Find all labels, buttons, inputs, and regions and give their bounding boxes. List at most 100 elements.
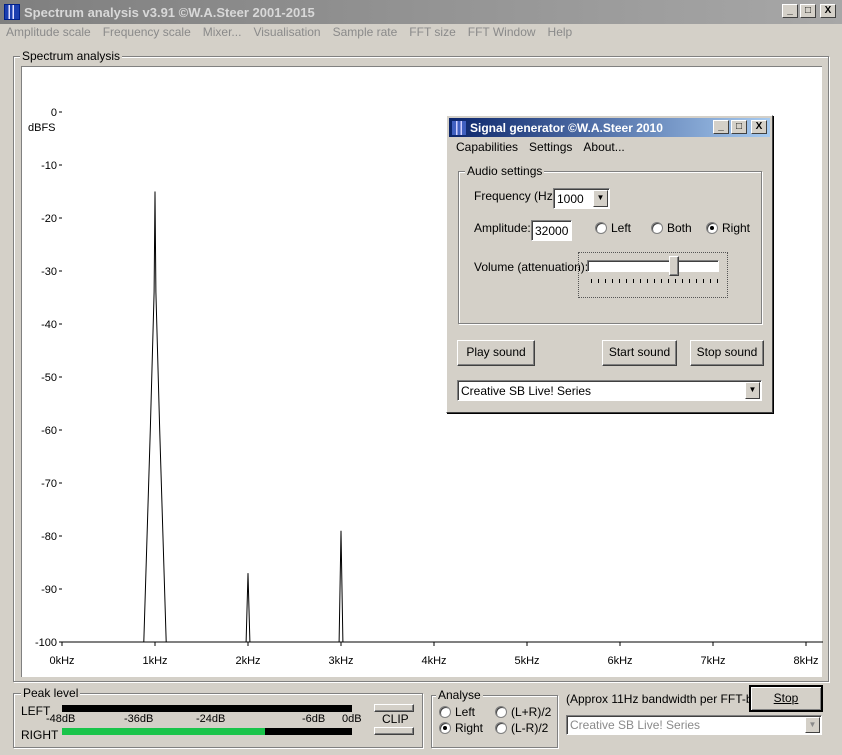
app-icon[interactable] — [4, 4, 20, 20]
y-tick-label: -90 — [41, 584, 57, 596]
slider-tick — [689, 279, 690, 283]
menu-settings[interactable]: Settings — [524, 139, 578, 155]
minimize-button[interactable]: _ — [782, 4, 798, 18]
menu-fft-size[interactable]: FFT size — [403, 24, 461, 42]
slider-tick — [619, 279, 620, 283]
slider-tick — [633, 279, 634, 283]
y-tick-label: -40 — [41, 319, 57, 331]
slider-tick — [640, 279, 641, 283]
peak-level-label: Peak level — [21, 686, 81, 700]
right-channel-label: RIGHT — [21, 728, 59, 742]
menu-frequency-scale[interactable]: Frequency scale — [97, 24, 197, 42]
x-tick-label: 8kHz — [793, 655, 818, 667]
y-tick-label: -50 — [41, 372, 57, 384]
channel-left-radio[interactable]: Left — [595, 221, 631, 235]
stop-sound-button[interactable]: Stop sound — [690, 340, 764, 366]
slider-tick — [654, 279, 655, 283]
window-title: Spectrum analysis v3.91 ©W.A.Steer 2001-… — [24, 4, 315, 20]
analyse-label: Analyse — [436, 688, 483, 702]
signal-generator-title-bar[interactable]: Signal generator ©W.A.Steer 2010 _ □ X — [449, 118, 770, 137]
chevron-down-icon[interactable]: ▼ — [805, 717, 820, 733]
slider-tick — [717, 279, 718, 283]
y-tick-label: 0 — [51, 107, 57, 119]
slider-tick — [598, 279, 599, 283]
signal-generator-dialog: Signal generator ©W.A.Steer 2010 _ □ X C… — [446, 115, 773, 413]
slider-tick — [668, 279, 669, 283]
slider-tick — [710, 279, 711, 283]
menu-mixer[interactable]: Mixer... — [197, 24, 248, 42]
analyse-left-radio[interactable]: Left — [439, 705, 475, 719]
menu-about[interactable]: About... — [578, 139, 630, 155]
analyse-sum-label: (L+R)/2 — [511, 705, 552, 719]
volume-slider[interactable] — [578, 252, 728, 298]
slider-ticks — [591, 279, 718, 283]
close-button[interactable]: X — [820, 4, 836, 18]
maximize-button[interactable]: □ — [800, 4, 816, 18]
right-level-fill — [62, 728, 265, 735]
menu-sample-rate[interactable]: Sample rate — [327, 24, 404, 42]
analyse-left-label: Left — [455, 705, 476, 719]
x-tick-label: 0kHz — [49, 655, 74, 667]
menu-visualisation[interactable]: Visualisation — [247, 24, 326, 42]
y-tick-label: -20 — [41, 213, 57, 225]
x-tick-label: 1kHz — [142, 655, 167, 667]
dialog-minimize-button[interactable]: _ — [713, 120, 729, 134]
chevron-down-icon[interactable]: ▼ — [745, 382, 760, 399]
channel-right-label: Right — [722, 221, 751, 235]
slider-tick — [612, 279, 613, 283]
y-tick-label: -10 — [41, 160, 57, 172]
analyse-diff-radio[interactable]: (L-R)/2 — [495, 721, 548, 735]
menu-amplitude-scale[interactable]: Amplitude scale — [0, 24, 97, 42]
start-sound-button[interactable]: Start sound — [602, 340, 677, 366]
generator-menu-bar: Capabilities Settings About... — [451, 139, 631, 155]
y-tick-label: -60 — [41, 425, 57, 437]
left-level-meter — [62, 705, 352, 712]
play-sound-button[interactable]: Play sound — [457, 340, 535, 366]
y-unit-label: dBFS — [28, 122, 56, 134]
scale-0db: 0dB — [342, 713, 362, 725]
signal-generator-title: Signal generator ©W.A.Steer 2010 — [470, 120, 663, 135]
scale-minus6: -6dB — [302, 713, 326, 725]
channel-right-radio[interactable]: Right — [706, 221, 750, 235]
input-device-select[interactable]: Creative SB Live! Series ▼ — [566, 715, 822, 735]
chevron-down-icon[interactable]: ▼ — [593, 190, 608, 207]
dialog-maximize-button[interactable]: □ — [731, 120, 747, 134]
menu-fft-window[interactable]: FFT Window — [462, 24, 542, 42]
y-tick-label: -100 — [35, 637, 57, 649]
stop-button[interactable]: Stop — [749, 685, 823, 712]
x-tick-label: 3kHz — [328, 655, 353, 667]
analyse-right-radio[interactable]: Right — [439, 721, 483, 735]
radio-selected-icon — [439, 722, 451, 734]
amplitude-input[interactable]: 32000 — [531, 220, 572, 241]
output-device-select[interactable]: Creative SB Live! Series ▼ — [457, 380, 762, 401]
menu-help[interactable]: Help — [542, 24, 579, 42]
dialog-close-button[interactable]: X — [751, 120, 767, 134]
clip-left-indicator — [374, 704, 414, 712]
slider-tick — [647, 279, 648, 283]
slider-tick — [605, 279, 606, 283]
frequency-label: Frequency (Hz): — [474, 189, 561, 203]
slider-tick — [591, 279, 592, 283]
y-tick-label: -80 — [41, 531, 57, 543]
menu-capabilities[interactable]: Capabilities — [451, 139, 524, 155]
amplitude-label: Amplitude: — [474, 221, 531, 235]
scale-minus36: -36dB — [124, 713, 154, 725]
scale-minus24: -24dB — [196, 713, 226, 725]
slider-tick — [675, 279, 676, 283]
channel-both-label: Both — [667, 221, 692, 235]
slider-tick — [703, 279, 704, 283]
x-tick-label: 2kHz — [235, 655, 260, 667]
slider-tick — [661, 279, 662, 283]
signal-generator-icon — [452, 120, 466, 135]
frequency-select[interactable]: 1000 ▼ — [553, 188, 610, 209]
amplitude-value: 32000 — [535, 224, 569, 238]
radio-icon — [651, 222, 663, 234]
slider-tick — [696, 279, 697, 283]
x-tick-label: 7kHz — [700, 655, 725, 667]
menu-bar: Amplitude scale Frequency scale Mixer...… — [0, 24, 578, 42]
analyse-sum-radio[interactable]: (L+R)/2 — [495, 705, 551, 719]
radio-selected-icon — [706, 222, 718, 234]
slider-thumb[interactable] — [669, 256, 680, 276]
clip-label: CLIP — [382, 712, 409, 726]
channel-both-radio[interactable]: Both — [651, 221, 692, 235]
